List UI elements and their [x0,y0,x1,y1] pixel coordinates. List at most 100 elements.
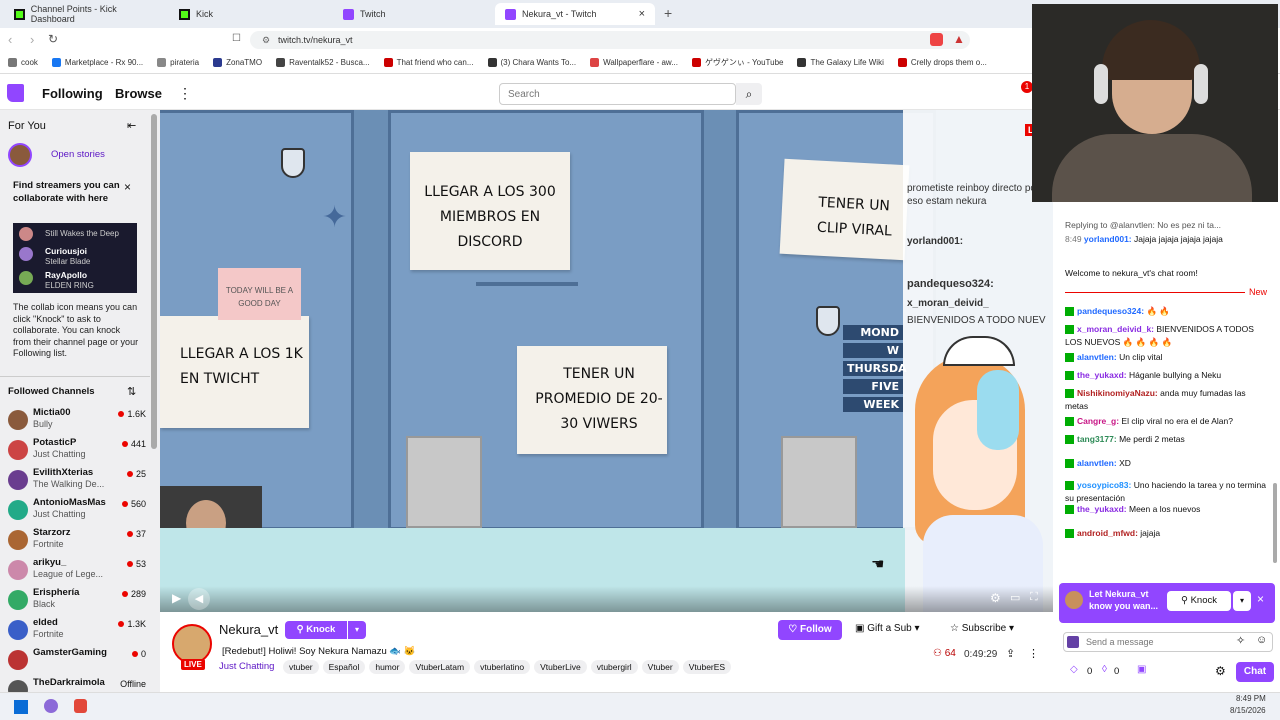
stream-category[interactable]: Just Chatting [219,661,274,672]
open-stories-link[interactable]: Open stories [51,149,105,160]
chat-text: El clip viral no era el de Alan? [1121,416,1233,426]
chat-username[interactable]: alanvtlen: [1077,352,1117,362]
stream-tag[interactable]: VtuberES [682,660,732,674]
stream-tag[interactable]: humor [369,660,406,674]
fullscreen-icon[interactable]: ⛶ [1030,591,1038,604]
subscribe-button[interactable]: ☆ Subscribe ▾ [950,623,1014,634]
extension-icon[interactable] [930,33,943,46]
chat-username[interactable]: pandequeso324: [1077,306,1144,316]
stream-tag[interactable]: Vtuber [641,660,679,674]
gift-sub-button[interactable]: ▣ Gift a Sub ▾ [855,623,920,634]
channel-avatar[interactable] [172,624,212,664]
new-tab-button[interactable]: + [664,5,672,21]
search-icon[interactable]: ⌕ [736,83,762,105]
bookmark-item[interactable]: That friend who can... [383,58,474,67]
bookmark-item[interactable]: Raventalk52 - Busca... [276,58,370,67]
chat-scrollbar[interactable] [1273,483,1277,563]
chat-username[interactable]: tang3177: [1077,434,1117,444]
tab-kick-dashboard[interactable]: Channel Points - Kick Dashboard [4,3,169,25]
followed-channel-item[interactable]: Erisphería Black 289 [0,585,150,615]
url-field[interactable]: twitch.tv/nekura_vt [250,31,970,49]
tab-twitch[interactable]: Twitch [333,3,493,25]
bookmark-item[interactable]: Marketplace - Rx 90... [51,58,143,67]
followed-channel-item[interactable]: elded Fortnite 1.3K [0,615,150,645]
chat-username[interactable]: yorland001: [1084,234,1132,244]
more-options-icon[interactable]: ⋮ [1028,647,1039,660]
gift-icon[interactable]: ▣ [1137,664,1146,675]
points-icon[interactable]: ◇ [1070,664,1078,675]
chat-username[interactable]: yosoypico83: [1077,480,1131,490]
warning-icon[interactable]: ▲ [953,32,965,46]
twitch-logo-icon[interactable] [7,84,24,102]
brave-icon[interactable] [74,699,87,713]
stream-tag[interactable]: vtuber [283,660,319,674]
bookmark-item[interactable]: cook [8,58,38,67]
windows-start-icon[interactable] [14,700,28,714]
nav-following[interactable]: Following [42,86,103,101]
chat-username[interactable]: x_moran_deivid_k: [1077,324,1154,334]
nav-browse[interactable]: Browse [115,86,162,101]
chat-username[interactable]: alanvtlen: [1077,458,1117,468]
chevron-down-icon[interactable]: ▾ [348,621,366,639]
emote-icon[interactable]: ☺ [1256,634,1267,646]
settings-icon[interactable]: ⚙ [990,591,1001,605]
sort-icon[interactable]: ⇅ [127,385,136,398]
stream-tag[interactable]: VtuberLatam [409,660,471,674]
sidebar-scrollbar[interactable] [151,114,157,449]
bookmark-item[interactable]: ゲヴゲンぃ - YouTube [691,57,783,68]
chat-send-button[interactable]: Chat [1236,662,1274,682]
stream-tag[interactable]: VtuberLive [534,660,587,674]
tab-kick[interactable]: Kick [169,3,331,25]
bookmark-item[interactable]: ZonaTMO [213,58,262,67]
collapse-sidebar-icon[interactable]: ⇤ [127,119,136,132]
settings-icon[interactable]: ⚙ [1215,664,1226,678]
bookmark-icon[interactable]: ☐ [232,33,241,44]
channel-name[interactable]: Nekura_vt [219,622,278,637]
followed-channel-item[interactable]: PotasticP Just Chatting 441 [0,435,150,465]
bits-icon[interactable] [1067,636,1079,648]
browser-taskbar-icon[interactable] [44,699,58,713]
channel-name: Erisphería [33,587,80,598]
followed-channel-item[interactable]: GamsterGaming 0 [0,645,150,675]
bookmark-item[interactable]: Wallpaperflare - aw... [590,58,678,67]
chat-username[interactable]: android_mfwd: [1077,528,1138,538]
bookmark-item[interactable]: (3) Chara Wants To... [487,58,576,67]
play-icon[interactable]: ▶ [172,591,181,605]
bookmark-item[interactable]: Crelly drops them o... [897,58,987,67]
bookmark-item[interactable]: The Galaxy Life Wiki [797,58,884,67]
chevron-down-icon[interactable]: ▾ [1233,591,1251,611]
theatre-mode-icon[interactable]: ▭ [1010,591,1020,604]
more-icon[interactable]: ⋮ [178,85,192,102]
knock-button[interactable]: ⚲ Knock [285,621,347,639]
stream-tag[interactable]: vtuberlatino [474,660,531,674]
chat-message: yosoypico83: Uno haciendo la tarea y no … [1065,479,1270,505]
tab-nekura[interactable]: Nekura_vt - Twitch × [495,3,655,25]
share-icon[interactable]: ⇪ [1006,647,1015,660]
chat-username[interactable]: NishikinomiyaNazu: [1077,388,1158,398]
chat-username[interactable]: Cangre_g: [1077,416,1119,426]
stories-avatar[interactable] [8,143,32,167]
bits-balance-icon[interactable]: ◊ [1102,664,1107,675]
forward-icon[interactable]: › [30,32,34,47]
close-icon[interactable]: × [124,180,131,194]
reload-icon[interactable]: ↻ [48,32,58,46]
follow-button[interactable]: ♡ Follow [778,620,842,640]
followed-channel-item[interactable]: EvilithXterias The Walking De... 25 [0,465,150,495]
bookmark-item[interactable]: pirateria [157,58,199,67]
magic-icon[interactable]: ✧ [1236,634,1245,647]
volume-icon[interactable]: ◀ [188,588,210,610]
followed-channel-item[interactable]: arikyu_ League of Lege... 53 [0,555,150,585]
search-input[interactable]: Search [499,83,736,105]
chat-username[interactable]: the_yukaxd: [1077,504,1127,514]
stream-tag[interactable]: vtubergirl [590,660,638,674]
followed-channel-item[interactable]: Starzorz Fortnite 37 [0,525,150,555]
site-info-icon[interactable]: ⚙ [262,35,270,46]
back-icon[interactable]: ‹ [8,32,12,47]
followed-channel-item[interactable]: AntonioMasMas Just Chatting 560 [0,495,150,525]
chat-username[interactable]: the_yukaxd: [1077,370,1127,380]
followed-channel-item[interactable]: Mictia00 Bully 1.6K [0,405,150,435]
knock-button[interactable]: ⚲ Knock [1167,591,1231,611]
close-icon[interactable]: × [1257,592,1264,606]
stream-tag[interactable]: Español [322,660,366,674]
close-icon[interactable]: × [639,8,645,20]
